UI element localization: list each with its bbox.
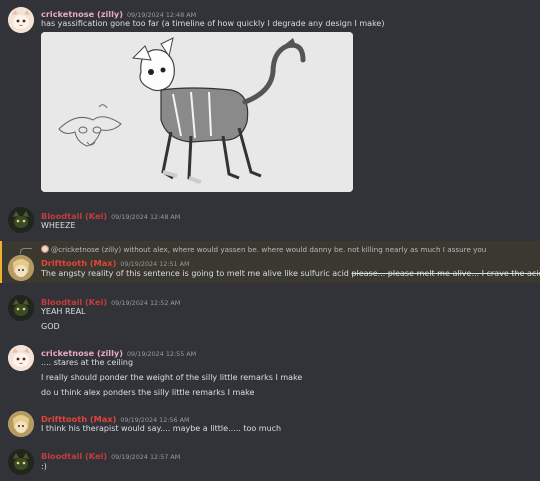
avatar[interactable] (8, 411, 34, 437)
image-attachment[interactable] (41, 32, 353, 192)
message: Bloodtail (Kei) 09/19/2024 12:48 AM WHEEZ… (0, 204, 540, 234)
message-text: do u think alex ponders the silly little… (41, 388, 255, 397)
avatar[interactable] (8, 207, 34, 233)
message-text: The angsty reality of this sentence is g… (41, 268, 540, 279)
message-text: has yassification gone too far (a timeli… (41, 19, 385, 28)
message: Bloodtail (Kei) 09/19/2024 12:57 AM :) (0, 446, 540, 480)
timestamp: 09/19/2024 12:55 AM (126, 350, 197, 358)
username[interactable]: Bloodtail (Kei) (41, 451, 107, 461)
message-text-strikethrough: please... please melt me alive... I crav… (351, 269, 540, 278)
message-text: YEAH REAL (41, 307, 86, 316)
message-text: WHEEZE (41, 221, 76, 230)
avatar[interactable] (8, 255, 34, 281)
message: Bloodtail (Kei) 09/19/2024 12:52 AM YEAH … (0, 292, 540, 336)
message: Drifttooth (Max) 09/19/2024 12:51 AM The … (0, 252, 540, 284)
message-text: :) (41, 462, 47, 471)
timestamp: 09/19/2024 12:57 AM (111, 453, 181, 461)
message-text: .... stares at the ceiling (41, 358, 134, 367)
message-text-main: The angsty reality of this sentence is g… (41, 269, 349, 278)
timestamp: 09/19/2024 12:51 AM (120, 260, 190, 268)
message-text: I really should ponder the weight of the… (41, 373, 303, 382)
message: cricketnose (zilly) 09/19/2024 12:48 AM h… (0, 0, 540, 196)
avatar[interactable] (8, 449, 34, 475)
username[interactable]: Drifttooth (Max) (41, 258, 116, 268)
cat-sketch-image (41, 32, 353, 192)
avatar[interactable] (8, 345, 34, 371)
timestamp: 09/19/2024 12:48 AM (111, 213, 181, 221)
avatar[interactable] (8, 295, 34, 321)
chat-view: cricketnose (zilly) 09/19/2024 12:48 AM h… (0, 0, 540, 481)
message: cricketnose (zilly) 09/19/2024 12:55 AM .… (0, 342, 540, 402)
avatar[interactable] (8, 7, 34, 33)
message: Drifttooth (Max) 09/19/2024 12:56 AM I th… (0, 408, 540, 440)
timestamp: 09/19/2024 12:52 AM (111, 299, 181, 307)
message-text: I think his therapist would say.... mayb… (41, 424, 282, 433)
message-text: GOD (41, 322, 60, 331)
